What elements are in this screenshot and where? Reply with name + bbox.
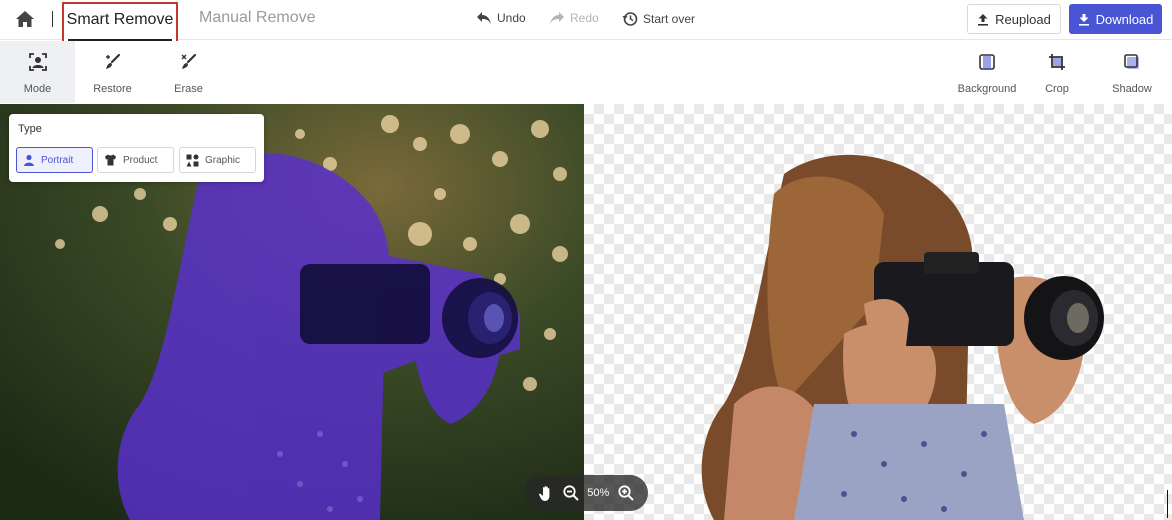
redo-icon: [550, 12, 564, 24]
result-image-transparent[interactable]: [584, 104, 1172, 520]
graphic-icon: [186, 154, 199, 166]
redo-label: Redo: [570, 11, 599, 25]
tool-crop-label: Crop: [1045, 83, 1069, 95]
type-option-graphic[interactable]: Graphic: [179, 147, 256, 173]
type-option-product[interactable]: Product: [97, 147, 174, 173]
top-bar: Smart Remove Manual Remove Undo Redo Sta…: [0, 0, 1172, 46]
tool-restore-label: Restore: [93, 83, 132, 95]
type-option-portrait[interactable]: Portrait: [16, 147, 93, 173]
erase-brush-icon: [181, 53, 196, 69]
start-over-label: Start over: [643, 12, 696, 26]
history-icon: [622, 12, 638, 26]
zoom-controls: 50%: [524, 475, 648, 511]
undo-button[interactable]: Undo: [476, 11, 526, 25]
tool-shadow[interactable]: Shadow: [1106, 41, 1158, 103]
home-button[interactable]: [14, 9, 36, 29]
product-shirt-icon: [105, 154, 116, 166]
type-panel: Type Portrait Product Graphic: [9, 114, 264, 182]
zoom-level: 50%: [587, 487, 610, 499]
crop-icon: [1049, 54, 1065, 70]
redo-button[interactable]: Redo: [549, 11, 599, 25]
divider: [52, 11, 53, 27]
tab-manual-remove[interactable]: Manual Remove: [199, 9, 316, 27]
download-button[interactable]: Download: [1069, 4, 1162, 34]
upload-icon: [978, 13, 989, 26]
tool-crop[interactable]: Crop: [1036, 41, 1078, 103]
undo-label: Undo: [497, 11, 526, 25]
tab-smart-remove[interactable]: Smart Remove: [62, 2, 178, 46]
reupload-label: Reupload: [995, 11, 1051, 27]
tool-mode-label: Mode: [23, 83, 52, 95]
cutout-photo: [701, 154, 1104, 520]
tool-restore[interactable]: Restore: [80, 41, 145, 103]
restore-brush-icon: [105, 53, 120, 69]
type-option-graphic-label: Graphic: [205, 154, 241, 166]
zoom-out-icon: [563, 485, 579, 501]
download-icon: [1078, 13, 1089, 26]
portrait-icon: [24, 154, 34, 166]
zoom-in-button[interactable]: [618, 485, 634, 501]
background-icon: [979, 54, 995, 70]
zoom-out-button[interactable]: [563, 485, 579, 501]
tool-mode[interactable]: Mode: [0, 41, 75, 103]
home-icon: [16, 11, 34, 27]
tool-erase-label: Erase: [174, 83, 203, 95]
download-label: Download: [1095, 11, 1154, 27]
tool-shadow-label: Shadow: [1112, 83, 1152, 95]
tab-smart-remove-label: Smart Remove: [66, 11, 174, 28]
reupload-button[interactable]: Reupload: [967, 4, 1061, 34]
type-panel-title: Type: [18, 123, 42, 135]
shadow-icon: [1124, 54, 1139, 69]
tool-row: Mode Restore Erase Background Crop Shado…: [0, 41, 1172, 103]
text-cursor: [1167, 490, 1168, 518]
tool-background-label: Background: [957, 83, 1017, 95]
tool-erase[interactable]: Erase: [156, 41, 221, 103]
tool-background[interactable]: Background: [952, 41, 1022, 103]
pan-tool-button[interactable]: [538, 485, 554, 502]
type-option-product-label: Product: [123, 154, 158, 166]
type-option-portrait-label: Portrait: [41, 154, 74, 166]
start-over-button[interactable]: Start over: [622, 11, 695, 27]
undo-icon: [477, 12, 491, 24]
zoom-in-icon: [618, 485, 634, 501]
mode-icon: [28, 53, 47, 71]
hand-icon: [539, 485, 550, 501]
